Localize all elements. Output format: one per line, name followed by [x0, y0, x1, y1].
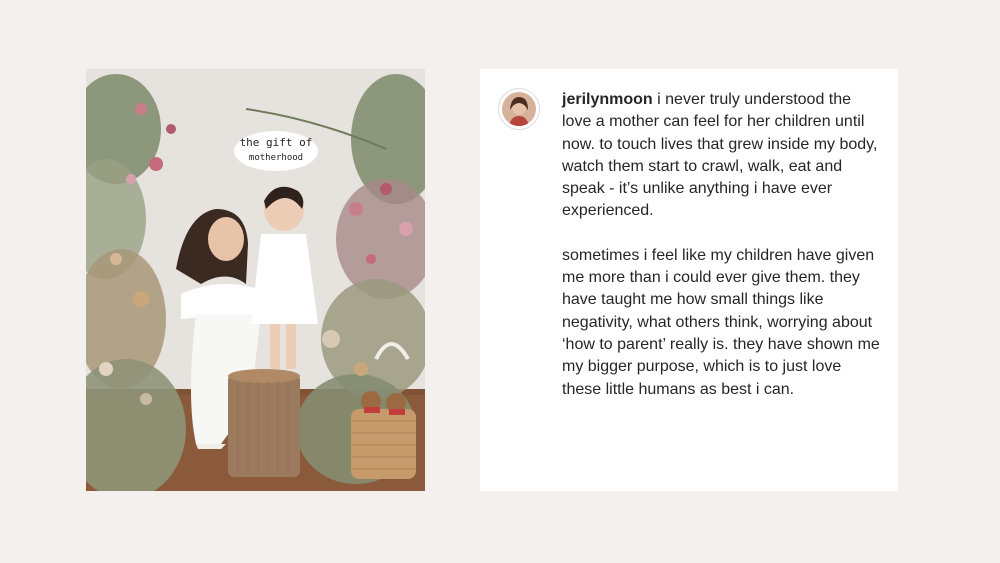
post-photo[interactable]: the gift of motherhood [86, 69, 425, 491]
caption-paragraph-2: sometimes i feel like my children have g… [562, 246, 880, 398]
avatar-image [502, 92, 536, 126]
photo-overlay-text-1: the gift of [240, 136, 313, 149]
avatar[interactable] [498, 88, 540, 130]
photo-text-bubble: the gift of motherhood [234, 131, 318, 171]
photo-overlay-text-2: motherhood [249, 153, 303, 163]
caption-paragraph-1: jerilynmoon i never truly understood the… [562, 89, 882, 223]
username-link[interactable]: jerilynmoon [562, 91, 653, 108]
stool [228, 369, 300, 477]
post-caption: jerilynmoon i never truly understood the… [562, 89, 882, 401]
caption-text-1: i never truly understood the love a moth… [562, 91, 878, 220]
photo-illustration: the gift of motherhood [86, 69, 425, 491]
post-caption-card: jerilynmoon i never truly understood the… [480, 69, 898, 491]
